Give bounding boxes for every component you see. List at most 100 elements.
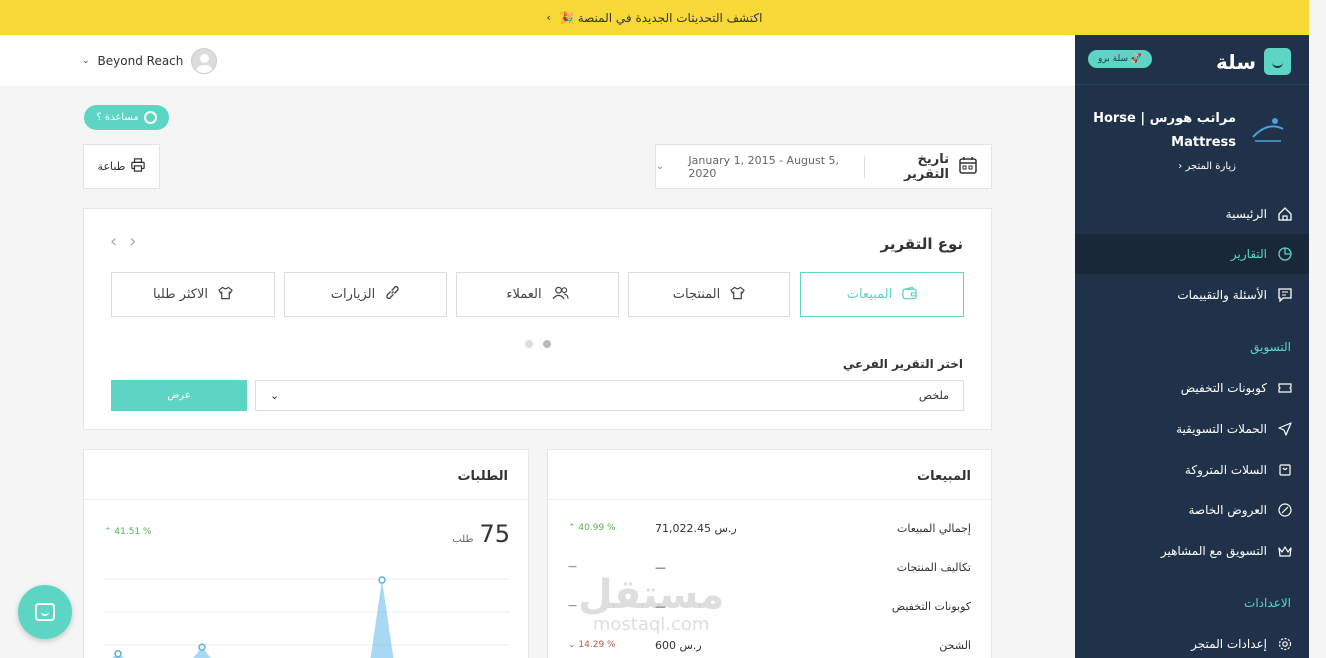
row-change: ⌄ 14.29 % [568,640,616,650]
store-logo [1245,107,1291,153]
chevron-down-icon: ⌄ [82,56,90,66]
shirt-icon [730,286,745,304]
chart-point[interactable] [114,650,122,658]
help-button[interactable]: مساعدة ؟ [84,105,169,130]
print-button[interactable]: طباعة [83,144,160,189]
chevron-down-icon: ⌄ [270,389,280,402]
sidebar-item-label: التسويق مع المشاهير [1160,544,1267,558]
sales-title: المبيعات [917,469,971,484]
pro-label: سلة برو [1098,54,1129,64]
carousel-dot[interactable] [525,340,533,348]
row-label: كوبونات التخفيض [891,600,971,613]
sub-report-select[interactable]: ⌄ ملخص [255,380,964,411]
wallet-icon [902,286,917,304]
help-label: مساعدة ؟ [96,112,139,123]
sidebar-item-label: الأسئلة والتقييمات [1177,288,1267,302]
printer-icon [131,158,146,175]
calendar-icon [959,156,977,178]
message-icon [1277,287,1293,303]
change-value: 40.99 % [578,523,616,533]
top-bar: ⌄ Beyond Reach [0,35,1075,86]
tile-customers[interactable]: العملاء [456,272,619,317]
sidebar-item-label: كوبونات التخفيض [1180,381,1267,395]
chevron-left-icon[interactable]: ‹ [110,231,117,252]
visit-store-link[interactable]: زيارة المتجر ‹ [1091,161,1291,172]
tile-label: المنتجات [672,287,721,302]
row-label: إجمالي المبيعات [896,522,971,535]
tile-label: الزيارات [330,287,376,302]
sales-row: الشحن 600 ر.س ⌄ 14.29 % [548,639,991,658]
chat-button[interactable] [18,585,72,639]
watermark-url: mostaql.com [592,614,710,635]
orders-count: 75 طلب [452,520,510,548]
row-change: ⌃ 40.99 % [568,523,616,533]
sidebar: سلة 🚀 سلة برو مراتب هورس | Horse Mattres… [1075,35,1309,658]
gear-icon [1277,636,1293,652]
sidebar-header: سلة 🚀 سلة برو [1075,35,1309,85]
ticket-icon [1277,380,1293,396]
orders-card: الطلبات 75 طلب ⌃ 41.51 % [83,449,529,658]
sidebar-item-label: السلات المتروكة [1184,463,1267,477]
sidebar-item-campaigns[interactable]: الحملات التسويقية [1075,409,1309,449]
tile-label: العملاء [506,287,542,302]
sidebar-item-home[interactable]: الرئيسية [1075,194,1309,234]
chart-point[interactable] [198,643,206,651]
tile-most-ordered[interactable]: الاكثر طلبا [111,272,275,317]
sidebar-item-reviews[interactable]: الأسئلة والتقييمات [1075,275,1309,315]
chat-icon [35,603,55,621]
show-button[interactable]: عرض [111,380,247,411]
orders-count-value: 75 [479,520,510,548]
report-type-title: نوع التقرير [880,235,964,253]
tile-sales[interactable]: المبيعات [800,272,964,317]
tile-label: الاكثر طلبا [153,287,208,302]
orders-change: ⌃ 41.51 % [104,527,152,537]
sidebar-item-abandoned-carts[interactable]: السلات المتروكة [1075,450,1309,490]
sidebar-item-reports[interactable]: التقارير [1075,234,1309,274]
chevron-right-icon[interactable]: › [129,231,136,252]
brand-name: سلة [1216,49,1256,74]
carousel-arrows: ‹ › [110,231,136,252]
percent-icon [1277,502,1293,518]
carousel-dot-active[interactable] [543,340,551,348]
report-date-filter[interactable]: تاريخ التقرير January 1, 2015 - August 5… [655,144,992,189]
sidebar-item-offers[interactable]: العروض الخاصة [1075,490,1309,530]
chart-area-peak [370,580,394,658]
sidebar-item-label: التقارير [1230,247,1267,261]
orders-chart [104,576,510,658]
sidebar-item-label: الحملات التسويقية [1176,422,1267,436]
tile-label: المبيعات [846,287,893,302]
shirt-icon [218,286,233,304]
sidebar-item-coupons[interactable]: كوبونات التخفيض [1075,368,1309,408]
rocket-icon: 🚀 [1130,54,1143,64]
user-name: Beyond Reach [97,54,184,68]
divider [84,499,528,500]
brand-logo[interactable]: سلة [1216,48,1291,75]
sidebar-item-store-settings[interactable]: إعدادات المتجر [1075,624,1309,658]
user-menu[interactable]: ⌄ Beyond Reach [82,48,218,74]
crown-icon [1277,543,1293,559]
announcement-banner[interactable]: ‹ 🎉 اكتشف التحديثات الجديدة في المنصة [0,0,1309,35]
pro-badge[interactable]: 🚀 سلة برو [1088,50,1153,68]
row-value: 600 ر.س [655,639,702,652]
cart-icon [1277,462,1293,478]
visit-store-label: زيارة المتجر [1185,161,1236,172]
date-filter-label: تاريخ التقرير [903,151,949,182]
sidebar-item-label: إعدادات المتجر [1191,637,1267,651]
sidebar-item-influencers[interactable]: التسويق مع المشاهير [1075,531,1309,571]
sub-report-value: ملخص [918,389,949,402]
tile-visits[interactable]: الزيارات [284,272,447,317]
change-value: 41.51 % [114,527,152,537]
row-label: الشحن [939,639,971,652]
lifebuoy-icon [143,111,157,124]
sidebar-section-settings: الاعدادات [1244,596,1291,610]
divider [548,499,991,500]
tile-products[interactable]: المنتجات [628,272,790,317]
chevron-down-icon: ⌄ [656,161,665,172]
store-info: مراتب هورس | Horse Mattress زيارة المتجر… [1091,107,1291,172]
chevron-left-icon: ‹ [1178,161,1183,172]
pie-chart-icon [1277,246,1293,262]
avatar [191,48,218,74]
chart-point[interactable] [378,576,386,584]
date-range-value: January 1, 2015 - August 5, 2020 [688,153,840,180]
sales-row: إجمالي المبيعات 71,022.45 ر.س ⌃ 40.99 % [548,522,991,542]
